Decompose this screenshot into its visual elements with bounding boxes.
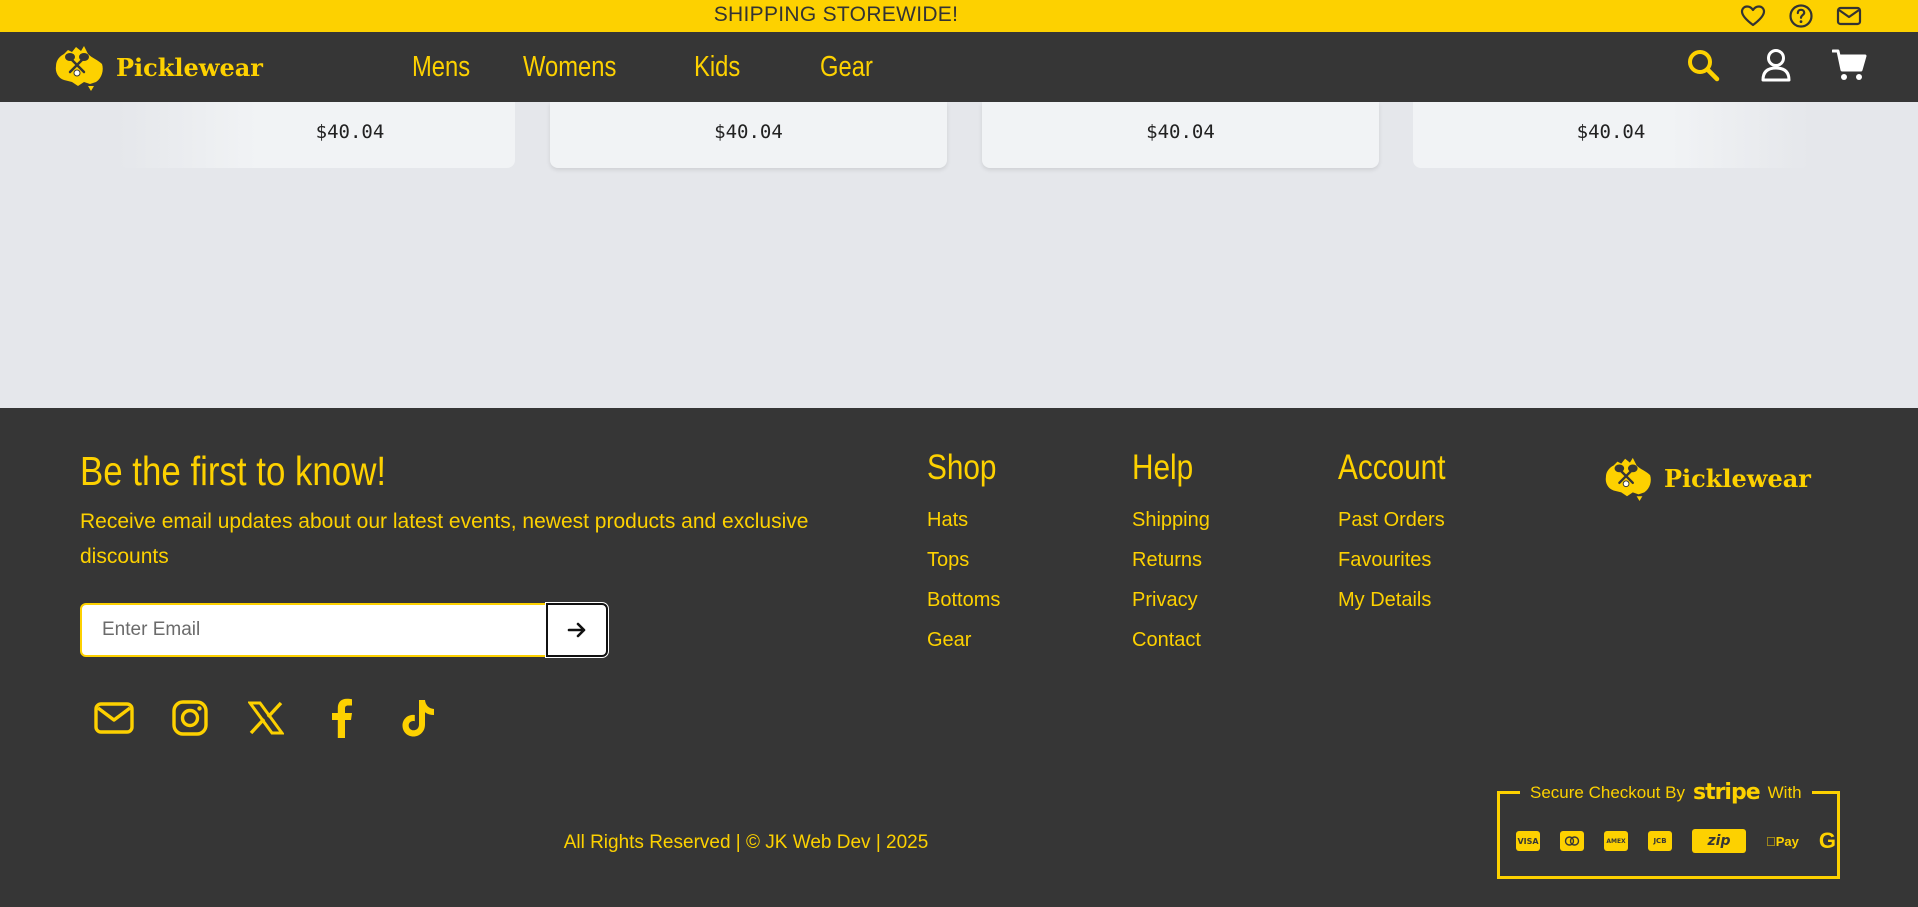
site-footer: Be the first to know! Receive email upda… xyxy=(0,408,1918,907)
footer-link-bottoms[interactable]: Bottoms xyxy=(927,580,1009,620)
footer-link-hats[interactable]: Hats xyxy=(927,500,1009,540)
product-price: $40.04 xyxy=(315,121,385,143)
copyright-text: All Rights Reserved | © JK Web Dev | 202… xyxy=(563,832,929,853)
product-card[interactable]: $40.04 xyxy=(550,102,947,168)
stripe-logo: stripe xyxy=(1692,780,1761,805)
checkout-suffix: With xyxy=(1767,782,1802,802)
mail-icon[interactable] xyxy=(92,696,136,740)
secure-checkout-label: Secure Checkout By stripe With xyxy=(1520,780,1812,805)
footer-logo[interactable]: Picklewear xyxy=(1600,454,1811,502)
visa-icon: VISA xyxy=(1516,831,1540,851)
site-logo[interactable]: Picklewear xyxy=(50,42,263,92)
help-circle-icon[interactable] xyxy=(1786,1,1816,31)
jcb-icon: JCB xyxy=(1648,831,1672,851)
banner-text: SHIPPING STOREWIDE! xyxy=(713,3,959,26)
newsletter-title: Be the first to know! xyxy=(80,448,387,494)
footer-column-shop: Shop Hats Tops Bottoms Gear xyxy=(927,448,1009,660)
product-card[interactable]: $40.04 xyxy=(118,102,515,168)
product-card[interactable]: $40.04 xyxy=(1413,102,1810,168)
checkout-prefix: Secure Checkout By xyxy=(1530,782,1685,802)
nav-link-kids[interactable]: Kids xyxy=(694,51,797,84)
subscribe-button[interactable] xyxy=(546,603,608,657)
product-card[interactable]: $40.04 xyxy=(982,102,1379,168)
instagram-icon[interactable] xyxy=(168,696,212,740)
nav-link-womens[interactable]: Womens xyxy=(523,51,663,84)
australia-pickleball-logo-icon xyxy=(55,46,103,91)
footer-column-account: Account Past Orders Favourites My Detail… xyxy=(1338,448,1464,620)
apple-pay-icon: Pay xyxy=(1766,833,1799,849)
payment-methods: VISA AMEX JCB zip Pay G xyxy=(1516,828,1836,854)
secure-checkout-box: Secure Checkout By stripe With VISA AMEX… xyxy=(1497,780,1840,879)
social-links xyxy=(92,696,440,740)
footer-link-tops[interactable]: Tops xyxy=(927,540,1009,580)
footer-column-title: Help xyxy=(1132,448,1194,487)
x-icon[interactable] xyxy=(244,696,288,740)
logo-wordmark: Picklewear xyxy=(1664,463,1811,493)
shipping-banner: SHIPPING STOREWIDE! xyxy=(0,0,1918,32)
nav-icons xyxy=(1686,32,1868,102)
tiktok-icon[interactable] xyxy=(396,696,440,740)
cart-icon[interactable] xyxy=(1831,48,1868,86)
footer-link-gear[interactable]: Gear xyxy=(927,620,1009,660)
arrow-right-icon xyxy=(567,622,586,638)
newsletter-description: Receive email updates about our latest e… xyxy=(80,510,809,568)
product-price: $40.04 xyxy=(1576,121,1646,143)
footer-column-title: Account xyxy=(1338,448,1446,487)
footer-link-shipping[interactable]: Shipping xyxy=(1132,500,1210,540)
heart-icon[interactable] xyxy=(1738,1,1768,31)
footer-link-my-details[interactable]: My Details xyxy=(1338,580,1464,620)
newsletter-form xyxy=(80,603,608,657)
footer-link-favourites[interactable]: Favourites xyxy=(1338,540,1464,580)
banner-icons xyxy=(1738,0,1864,32)
product-price: $40.04 xyxy=(1146,121,1215,143)
facebook-icon[interactable] xyxy=(320,696,364,740)
footer-link-returns[interactable]: Returns xyxy=(1132,540,1210,580)
footer-link-past-orders[interactable]: Past Orders xyxy=(1338,500,1464,540)
email-field[interactable] xyxy=(80,603,548,657)
mastercard-icon xyxy=(1560,831,1584,851)
zip-icon: zip xyxy=(1692,829,1746,853)
product-price: $40.04 xyxy=(714,121,783,143)
footer-link-contact[interactable]: Contact xyxy=(1132,620,1210,660)
amex-icon: AMEX xyxy=(1604,831,1628,851)
footer-link-privacy[interactable]: Privacy xyxy=(1132,580,1210,620)
user-icon[interactable] xyxy=(1760,48,1792,86)
nav-link-gear[interactable]: Gear xyxy=(820,51,886,84)
nav-links: Mens Womens Kids Gear xyxy=(412,32,900,102)
main-nav: Picklewear Mens Womens Kids Gear xyxy=(0,32,1918,102)
product-carousel: $40.04 $40.04 $40.04 $40.04 xyxy=(0,102,1918,168)
nav-link-mens[interactable]: Mens xyxy=(412,51,503,84)
logo-wordmark: Picklewear xyxy=(116,52,263,82)
australia-pickleball-logo-icon xyxy=(1605,457,1651,502)
footer-column-title: Shop xyxy=(927,448,997,487)
google-pay-icon: G xyxy=(1809,828,1836,853)
footer-column-help: Help Shipping Returns Privacy Contact xyxy=(1132,448,1210,660)
search-icon[interactable] xyxy=(1686,48,1720,86)
mail-icon[interactable] xyxy=(1834,1,1864,31)
